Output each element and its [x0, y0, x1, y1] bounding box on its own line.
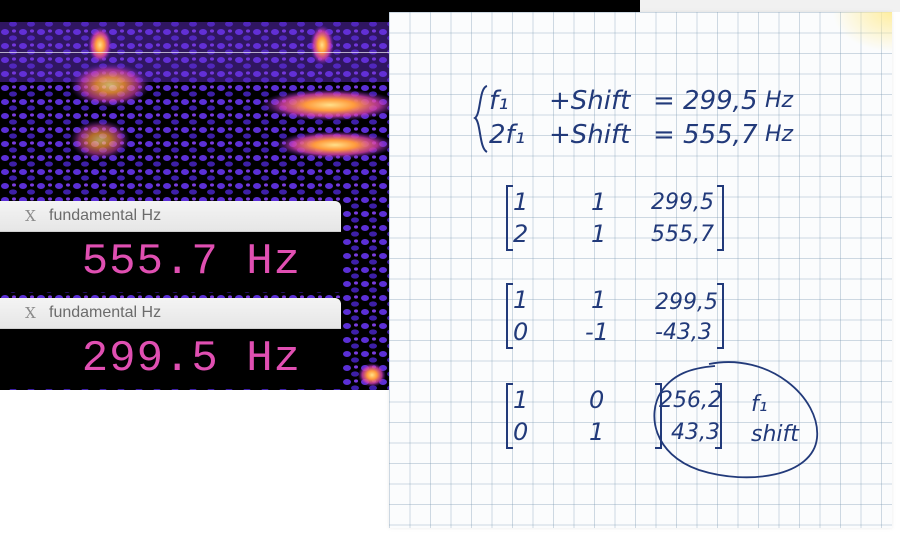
- readout-value: 555.7 Hz: [81, 237, 301, 287]
- eq2-result: = 555,7: [653, 120, 758, 150]
- eq1-term1: f₁: [489, 86, 509, 116]
- m1-r1c1: 1: [513, 188, 529, 216]
- m3-r2c2: 1: [589, 418, 605, 446]
- m2-r1c3: 299,5: [655, 290, 718, 315]
- readout-title: fundamental Hz: [49, 207, 162, 224]
- readout-title: fundamental Hz: [49, 304, 162, 321]
- m2-r1c1: 1: [513, 286, 529, 314]
- m1-r2c1: 2: [513, 220, 529, 248]
- eq2-unit: Hz: [765, 122, 794, 147]
- m1-r1c2: 1: [591, 188, 607, 216]
- readout-titlebar[interactable]: X fundamental Hz: [0, 298, 341, 329]
- readout-window-1[interactable]: X fundamental Hz 555.7 Hz: [0, 201, 341, 292]
- m1-r1c3: 299,5: [651, 190, 714, 215]
- circle-annotation: [653, 361, 818, 479]
- readout-titlebar[interactable]: X fundamental Hz: [0, 201, 341, 232]
- readout-window-2[interactable]: X fundamental Hz 299.5 Hz: [0, 298, 341, 389]
- eq1-result: = 299,5: [653, 86, 758, 116]
- eq1-unit: Hz: [765, 88, 794, 113]
- m3-r1c1: 1: [513, 386, 529, 414]
- notebook-photo: f₁ +Shift = 299,5 Hz 2f₁ +Shift = 555,7 …: [389, 12, 892, 528]
- close-x-icon[interactable]: X: [22, 304, 39, 322]
- readout-value: 299.5 Hz: [81, 334, 301, 384]
- close-x-icon[interactable]: X: [22, 207, 39, 225]
- eq2-term1: 2f₁: [489, 120, 526, 150]
- m2-r2c1: 0: [513, 318, 529, 346]
- m3-r1c2: 0: [589, 386, 605, 414]
- eq1-term2: +Shift: [549, 86, 631, 116]
- m2-r1c2: 1: [591, 286, 607, 314]
- background-area: [640, 0, 900, 12]
- cursor-line: [0, 52, 392, 53]
- light-glare: [832, 12, 892, 52]
- m2-r2c2: -1: [585, 318, 609, 346]
- m2-r2c3: -43,3: [655, 320, 712, 345]
- m1-r2c2: 1: [591, 220, 607, 248]
- m3-r2c1: 0: [513, 418, 529, 446]
- m1-r2c3: 555,7: [651, 222, 714, 247]
- eq2-term2: +Shift: [549, 120, 631, 150]
